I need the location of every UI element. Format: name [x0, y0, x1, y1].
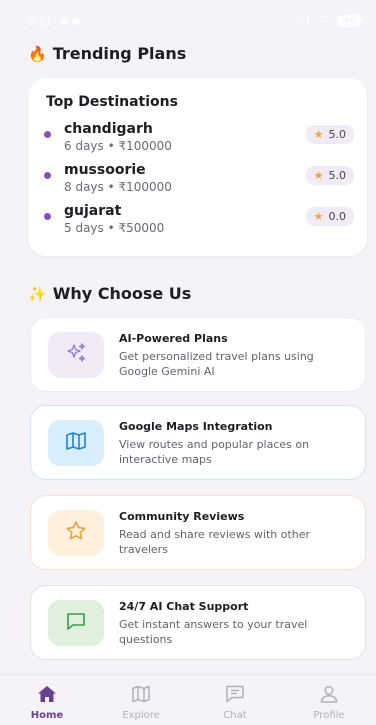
feature-title: AI-Powered Plans [119, 332, 228, 345]
nav-label: Explore [122, 710, 160, 721]
destination-item[interactable]: mussoorie 8 days • ₹100000 ★ 5.0 [44, 162, 354, 202]
feature-title: Google Maps Integration [119, 420, 273, 433]
notification-icons: ● ● [60, 16, 81, 27]
map-icon [131, 685, 151, 707]
nav-label: Home [30, 710, 64, 721]
nav-profile[interactable]: Profile [282, 675, 376, 725]
chat-icon [225, 685, 245, 707]
nav-chat[interactable]: Chat [188, 675, 282, 725]
nav-home[interactable]: Home [0, 675, 94, 725]
feature-card-chat-support[interactable]: 24/7 AI Chat Support Get instant answers… [30, 585, 366, 660]
map-icon [64, 429, 88, 457]
rating-badge: ★ 0.0 [305, 207, 354, 226]
status-bar: 8:51 ● ● 46 [0, 0, 376, 40]
bottom-navigation: Home Explore Chat Profile [0, 674, 376, 725]
trending-section-title: 🔥 Trending Plans [28, 44, 186, 63]
rating-value: 0.0 [328, 210, 347, 223]
bullet-dot [44, 172, 51, 179]
rating-badge: ★ 5.0 [305, 166, 354, 185]
feature-description: Get personalized travel plans using Goog… [119, 350, 314, 378]
destination-name: gujarat [64, 203, 122, 219]
battery-badge: 46 [337, 14, 362, 27]
feature-icon-box [48, 510, 104, 556]
rating-badge: ★ 5.0 [305, 125, 354, 144]
card-title: Top Destinations [46, 94, 178, 110]
destination-item[interactable]: chandigarh 6 days • ₹100000 ★ 5.0 [44, 121, 354, 161]
feature-description: Read and share reviews with other travel… [119, 528, 311, 556]
destination-name: mussoorie [64, 162, 146, 178]
star-icon [64, 519, 88, 547]
chat-icon [64, 609, 88, 637]
feature-card-reviews[interactable]: Community Reviews Read and share reviews… [30, 495, 366, 570]
feature-card-maps[interactable]: Google Maps Integration View routes and … [30, 405, 366, 480]
feature-icon-box [48, 600, 104, 646]
profile-icon [319, 685, 339, 707]
status-right: 46 [298, 14, 362, 27]
destination-item[interactable]: gujarat 5 days • ₹50000 ★ 0.0 [44, 203, 354, 243]
feature-icon-box [48, 332, 104, 378]
destination-meta: 8 days • ₹100000 [64, 180, 172, 194]
feature-title: 24/7 AI Chat Support [119, 600, 249, 613]
star-icon: ★ [313, 210, 324, 223]
feature-card-ai-plans[interactable]: AI-Powered Plans Get personalized travel… [30, 317, 366, 392]
feature-description: View routes and popular places on intera… [119, 438, 310, 466]
bullet-dot [44, 131, 51, 138]
bullet-dot [44, 213, 51, 220]
feature-description: Get instant answers to your travel quest… [119, 618, 308, 646]
status-time: 8:51 [28, 16, 53, 29]
fire-icon: 🔥 [28, 44, 47, 63]
nav-label: Chat [223, 710, 247, 721]
destination-meta: 6 days • ₹100000 [64, 139, 172, 153]
why-title: Why Choose Us [52, 284, 192, 303]
why-section-title: ✨ Why Choose Us [28, 284, 191, 303]
rating-value: 5.0 [328, 128, 347, 141]
nav-explore[interactable]: Explore [94, 675, 188, 725]
signal-icon [298, 14, 312, 27]
rating-value: 5.0 [328, 169, 347, 182]
sparkles-emoji-icon: ✨ [28, 284, 47, 303]
wifi-icon [318, 14, 331, 27]
star-icon: ★ [313, 128, 324, 141]
feature-icon-box [48, 420, 104, 466]
nav-label: Profile [313, 710, 345, 721]
destination-name: chandigarh [64, 121, 153, 137]
feature-title: Community Reviews [119, 510, 245, 523]
trending-title: Trending Plans [52, 44, 187, 63]
home-icon [37, 685, 57, 707]
star-icon: ★ [313, 169, 324, 182]
sparkles-icon [64, 341, 88, 369]
destination-meta: 5 days • ₹50000 [64, 221, 165, 235]
top-destinations-card: Top Destinations chandigarh 6 days • ₹10… [28, 78, 367, 256]
